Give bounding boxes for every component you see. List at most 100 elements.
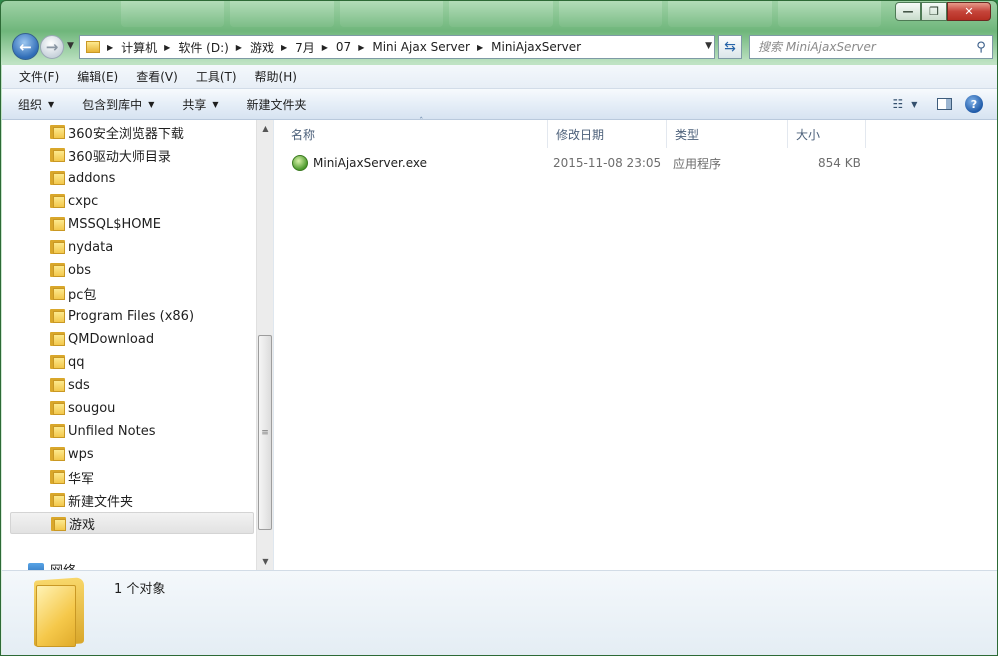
maximize-button[interactable]: ❐ [921, 2, 947, 21]
folder-icon [50, 378, 65, 392]
chevron-right-icon[interactable]: ▶ [322, 43, 328, 52]
chevron-right-icon[interactable]: ▶ [358, 43, 364, 52]
tree-item[interactable]: cxpc [10, 190, 254, 212]
navigation-scrollbar[interactable]: ▲ ≡ ▼ [256, 120, 273, 570]
folder-icon [51, 517, 66, 531]
network-icon [28, 562, 44, 570]
folder-icon [50, 171, 65, 185]
breadcrumb-item[interactable]: 软件 (D:) ▶ [178, 36, 250, 58]
column-header-size[interactable]: 大小 [788, 120, 866, 148]
title-bar[interactable]: — ❐ ✕ [1, 1, 997, 31]
breadcrumb-root[interactable]: ▶ [86, 36, 121, 58]
tree-item[interactable]: sds [10, 374, 254, 396]
new-folder-button[interactable]: 新建文件夹 [247, 96, 307, 113]
menu-view[interactable]: 查看(V) [127, 68, 187, 85]
tree-item[interactable]: Unfiled Notes [10, 420, 254, 442]
breadcrumb-item-current[interactable]: MiniAjaxServer [491, 36, 581, 58]
minimize-button[interactable]: — [895, 2, 921, 21]
tree-item-label: obs [68, 262, 91, 278]
breadcrumb-item[interactable]: 7月 ▶ [295, 36, 336, 58]
tree-item[interactable]: sougou [10, 397, 254, 419]
preview-pane-button[interactable] [933, 94, 955, 114]
folder-icon [50, 355, 65, 369]
tree-item-label: sds [68, 377, 90, 393]
search-icon[interactable]: ⚲ [970, 40, 992, 55]
address-bar[interactable]: ▶ 计算机 ▶ 软件 (D:) ▶ 游戏 ▶ 7月 ▶ 07 ▶ Mini Ajax Se… [79, 35, 715, 59]
arrow-left-icon: ← [19, 37, 32, 56]
tree-item[interactable]: pc包 [10, 282, 254, 304]
folder-icon [50, 240, 65, 254]
chevron-right-icon[interactable]: ▶ [477, 43, 483, 52]
file-type: 应用程序 [673, 156, 722, 171]
tree-item[interactable]: QMDownload [10, 328, 254, 350]
tree-item-label: 360安全浏览器下载 [68, 126, 184, 142]
column-header-modified[interactable]: 修改日期 [548, 120, 667, 148]
scrollbar-thumb[interactable]: ≡ [258, 335, 272, 530]
close-button[interactable]: ✕ [947, 2, 991, 21]
tree-item[interactable]: 360驱动大师目录 [10, 144, 254, 166]
menu-tools[interactable]: 工具(T) [187, 68, 246, 85]
scroll-up-icon[interactable]: ▲ [257, 120, 274, 137]
organize-button[interactable]: 组织 ▼ [18, 96, 54, 113]
menu-edit[interactable]: 编辑(E) [68, 68, 127, 85]
folder-icon [50, 263, 65, 277]
column-header-label: 大小 [796, 127, 821, 142]
tree-item-label: MSSQL$HOME [68, 216, 161, 232]
scroll-down-icon[interactable]: ▼ [257, 553, 274, 570]
title-bar-glass [121, 1, 881, 27]
file-modified: 2015-11-08 23:05 [553, 156, 662, 170]
tree-item-selected[interactable]: 游戏 [10, 512, 254, 534]
tree-item-network[interactable]: 网络 [28, 560, 76, 570]
folder-icon [50, 447, 65, 461]
tree-item[interactable]: 360安全浏览器下载 [10, 121, 254, 143]
tree-item-label: QMDownload [68, 331, 155, 347]
back-button[interactable]: ← [12, 33, 39, 60]
menu-help[interactable]: 帮助(H) [246, 68, 306, 85]
tree-item[interactable]: obs [10, 259, 254, 281]
help-icon[interactable]: ? [965, 95, 983, 113]
forward-button[interactable]: → [40, 35, 64, 59]
include-in-library-button[interactable]: 包含到库中 ▼ [82, 96, 154, 113]
search-input[interactable] [758, 40, 970, 54]
file-row[interactable]: MiniAjaxServer.exe 2015-11-08 23:05 应用程序… [284, 152, 861, 174]
dropdown-arrow-icon: ▼ [148, 99, 155, 109]
address-history-dropdown[interactable]: ▼ [705, 41, 712, 51]
breadcrumb-item[interactable]: Mini Ajax Server ▶ [372, 36, 491, 58]
tree-item[interactable]: MSSQL$HOME [10, 213, 254, 235]
chevron-right-icon[interactable]: ▶ [107, 43, 113, 52]
tree-item-label: sougou [68, 400, 116, 416]
refresh-button[interactable]: ⇆ [718, 35, 742, 59]
change-view-button[interactable]: ☷ ▼ [887, 94, 923, 114]
chevron-right-icon[interactable]: ▶ [236, 43, 242, 52]
menu-file[interactable]: 文件(F) [10, 68, 68, 85]
tree-item-label: addons [68, 170, 116, 186]
tree-item-label: 游戏 [69, 517, 96, 533]
dropdown-arrow-icon: ▼ [212, 99, 219, 109]
recent-pages-dropdown[interactable]: ▼ [67, 41, 74, 51]
tree-item[interactable]: qq [10, 351, 254, 373]
column-header-label: 名称 [291, 127, 316, 142]
column-header-label: 修改日期 [556, 127, 605, 142]
column-header-name[interactable]: 名称 ˆ [283, 117, 548, 148]
column-header-type[interactable]: 类型 [667, 120, 788, 148]
tree-item[interactable]: 新建文件夹 [10, 489, 254, 511]
folder-icon [86, 41, 100, 53]
breadcrumb-item[interactable]: 07 ▶ [336, 36, 372, 58]
file-size: 854 KB [818, 156, 861, 170]
tree-item-label: Unfiled Notes [68, 423, 156, 439]
chevron-right-icon[interactable]: ▶ [281, 43, 287, 52]
file-name: MiniAjaxServer.exe [313, 156, 427, 170]
tree-item-label: pc包 [68, 287, 97, 303]
new-folder-label: 新建文件夹 [246, 97, 307, 112]
tree-item[interactable]: wps [10, 443, 254, 465]
tree-item[interactable]: nydata [10, 236, 254, 258]
chevron-right-icon[interactable]: ▶ [164, 43, 170, 52]
breadcrumb-item[interactable]: 计算机 ▶ [121, 36, 178, 58]
share-button[interactable]: 共享 ▼ [182, 96, 218, 113]
tree-item[interactable]: 华军 [10, 466, 254, 488]
tree-item[interactable]: addons [10, 167, 254, 189]
tree-item-label: cxpc [68, 193, 99, 209]
folder-icon [50, 401, 65, 415]
breadcrumb-item[interactable]: 游戏 ▶ [250, 36, 295, 58]
tree-item[interactable]: Program Files (x86) [10, 305, 254, 327]
